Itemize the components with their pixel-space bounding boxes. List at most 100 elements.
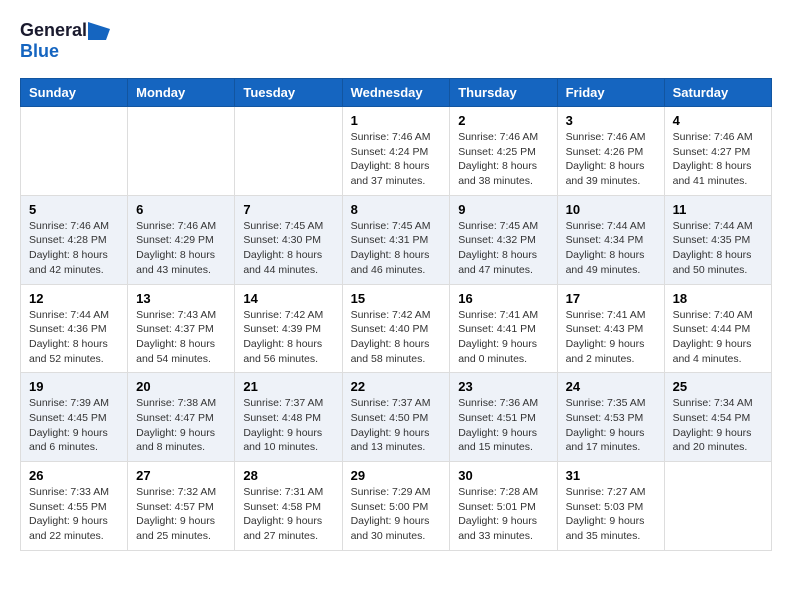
cell-content: Sunrise: 7:44 AMSunset: 4:36 PMDaylight:…	[29, 308, 119, 367]
calendar-cell: 16 Sunrise: 7:41 AMSunset: 4:41 PMDayligh…	[450, 284, 557, 373]
day-number: 29	[351, 468, 442, 483]
cell-content: Sunrise: 7:45 AMSunset: 4:30 PMDaylight:…	[243, 219, 333, 278]
weekday-header-wednesday: Wednesday	[342, 79, 450, 107]
day-number: 15	[351, 291, 442, 306]
calendar-cell: 20 Sunrise: 7:38 AMSunset: 4:47 PMDayligh…	[128, 373, 235, 462]
cell-content: Sunrise: 7:34 AMSunset: 4:54 PMDaylight:…	[673, 396, 763, 455]
day-number: 5	[29, 202, 119, 217]
calendar-cell: 18Sunrise: 7:40 AMSunset: 4:44 PMDayligh…	[664, 284, 771, 373]
week-row-5: 26 Sunrise: 7:33 AMSunset: 4:55 PMDayligh…	[21, 462, 772, 551]
logo-general-text: General	[20, 20, 87, 41]
calendar-cell: 5 Sunrise: 7:46 AMSunset: 4:28 PMDaylight…	[21, 195, 128, 284]
day-number: 17	[566, 291, 656, 306]
calendar-cell: 6 Sunrise: 7:46 AMSunset: 4:29 PMDaylight…	[128, 195, 235, 284]
cell-content: Sunrise: 7:45 AMSunset: 4:31 PMDaylight:…	[351, 219, 442, 278]
cell-content: Sunrise: 7:32 AMSunset: 4:57 PMDaylight:…	[136, 485, 226, 544]
cell-content: Sunrise: 7:46 AMSunset: 4:25 PMDaylight:…	[458, 130, 548, 189]
cell-content: Sunrise: 7:42 AMSunset: 4:40 PMDaylight:…	[351, 308, 442, 367]
cell-content: Sunrise: 7:41 AMSunset: 4:43 PMDaylight:…	[566, 308, 656, 367]
calendar-table: SundayMondayTuesdayWednesdayThursdayFrid…	[20, 78, 772, 551]
day-number: 13	[136, 291, 226, 306]
calendar-cell: 26 Sunrise: 7:33 AMSunset: 4:55 PMDayligh…	[21, 462, 128, 551]
calendar-cell: 10 Sunrise: 7:44 AMSunset: 4:34 PMDayligh…	[557, 195, 664, 284]
weekday-header-friday: Friday	[557, 79, 664, 107]
calendar-cell	[21, 107, 128, 196]
day-number: 7	[243, 202, 333, 217]
calendar-cell: 8 Sunrise: 7:45 AMSunset: 4:31 PMDaylight…	[342, 195, 450, 284]
day-number: 10	[566, 202, 656, 217]
calendar-cell: 28 Sunrise: 7:31 AMSunset: 4:58 PMDayligh…	[235, 462, 342, 551]
day-number: 19	[29, 379, 119, 394]
cell-content: Sunrise: 7:33 AMSunset: 4:55 PMDaylight:…	[29, 485, 119, 544]
calendar-cell: 29 Sunrise: 7:29 AMSunset: 5:00 PMDayligh…	[342, 462, 450, 551]
day-number: 22	[351, 379, 442, 394]
weekday-header-tuesday: Tuesday	[235, 79, 342, 107]
day-number: 21	[243, 379, 333, 394]
cell-content: Sunrise: 7:46 AMSunset: 4:29 PMDaylight:…	[136, 219, 226, 278]
day-number: 3	[566, 113, 656, 128]
calendar-cell: 27 Sunrise: 7:32 AMSunset: 4:57 PMDayligh…	[128, 462, 235, 551]
calendar-cell: 31Sunrise: 7:27 AMSunset: 5:03 PMDayligh…	[557, 462, 664, 551]
day-number: 24	[566, 379, 656, 394]
day-number: 27	[136, 468, 226, 483]
cell-content: Sunrise: 7:37 AMSunset: 4:48 PMDaylight:…	[243, 396, 333, 455]
day-number: 6	[136, 202, 226, 217]
cell-content: Sunrise: 7:46 AMSunset: 4:26 PMDaylight:…	[566, 130, 656, 189]
calendar-cell: 30 Sunrise: 7:28 AMSunset: 5:01 PMDayligh…	[450, 462, 557, 551]
cell-content: Sunrise: 7:27 AMSunset: 5:03 PMDaylight:…	[566, 485, 656, 544]
calendar-cell: 11 Sunrise: 7:44 AMSunset: 4:35 PMDayligh…	[664, 195, 771, 284]
cell-content: Sunrise: 7:39 AMSunset: 4:45 PMDaylight:…	[29, 396, 119, 455]
calendar-cell: 19 Sunrise: 7:39 AMSunset: 4:45 PMDayligh…	[21, 373, 128, 462]
calendar-cell	[235, 107, 342, 196]
day-number: 8	[351, 202, 442, 217]
cell-content: Sunrise: 7:31 AMSunset: 4:58 PMDaylight:…	[243, 485, 333, 544]
calendar-cell: 3 Sunrise: 7:46 AMSunset: 4:26 PMDaylight…	[557, 107, 664, 196]
day-number: 16	[458, 291, 548, 306]
cell-content: Sunrise: 7:46 AMSunset: 4:28 PMDaylight:…	[29, 219, 119, 278]
logo-blue-text: Blue	[20, 41, 59, 61]
calendar-cell: 25Sunrise: 7:34 AMSunset: 4:54 PMDayligh…	[664, 373, 771, 462]
cell-content: Sunrise: 7:28 AMSunset: 5:01 PMDaylight:…	[458, 485, 548, 544]
cell-content: Sunrise: 7:41 AMSunset: 4:41 PMDaylight:…	[458, 308, 548, 367]
cell-content: Sunrise: 7:37 AMSunset: 4:50 PMDaylight:…	[351, 396, 442, 455]
calendar-cell: 2 Sunrise: 7:46 AMSunset: 4:25 PMDaylight…	[450, 107, 557, 196]
day-number: 26	[29, 468, 119, 483]
day-number: 14	[243, 291, 333, 306]
cell-content: Sunrise: 7:35 AMSunset: 4:53 PMDaylight:…	[566, 396, 656, 455]
cell-content: Sunrise: 7:38 AMSunset: 4:47 PMDaylight:…	[136, 396, 226, 455]
calendar-cell: 21 Sunrise: 7:37 AMSunset: 4:48 PMDayligh…	[235, 373, 342, 462]
day-number: 4	[673, 113, 763, 128]
calendar-cell	[128, 107, 235, 196]
cell-content: Sunrise: 7:43 AMSunset: 4:37 PMDaylight:…	[136, 308, 226, 367]
day-number: 28	[243, 468, 333, 483]
week-row-4: 19 Sunrise: 7:39 AMSunset: 4:45 PMDayligh…	[21, 373, 772, 462]
calendar-cell: 7 Sunrise: 7:45 AMSunset: 4:30 PMDaylight…	[235, 195, 342, 284]
calendar-cell: 14 Sunrise: 7:42 AMSunset: 4:39 PMDayligh…	[235, 284, 342, 373]
calendar-cell: 15 Sunrise: 7:42 AMSunset: 4:40 PMDayligh…	[342, 284, 450, 373]
weekday-header-sunday: Sunday	[21, 79, 128, 107]
weekday-header-saturday: Saturday	[664, 79, 771, 107]
day-number: 30	[458, 468, 548, 483]
cell-content: Sunrise: 7:29 AMSunset: 5:00 PMDaylight:…	[351, 485, 442, 544]
cell-content: Sunrise: 7:45 AMSunset: 4:32 PMDaylight:…	[458, 219, 548, 278]
cell-content: Sunrise: 7:42 AMSunset: 4:39 PMDaylight:…	[243, 308, 333, 367]
page-header: General Blue	[20, 20, 772, 62]
logo-bird-icon	[88, 22, 110, 40]
day-number: 23	[458, 379, 548, 394]
calendar-cell: 9Sunrise: 7:45 AMSunset: 4:32 PMDaylight…	[450, 195, 557, 284]
day-number: 20	[136, 379, 226, 394]
cell-content: Sunrise: 7:44 AMSunset: 4:35 PMDaylight:…	[673, 219, 763, 278]
calendar-cell: 17 Sunrise: 7:41 AMSunset: 4:43 PMDayligh…	[557, 284, 664, 373]
week-row-1: 1Sunrise: 7:46 AMSunset: 4:24 PMDaylight…	[21, 107, 772, 196]
cell-content: Sunrise: 7:36 AMSunset: 4:51 PMDaylight:…	[458, 396, 548, 455]
cell-content: Sunrise: 7:44 AMSunset: 4:34 PMDaylight:…	[566, 219, 656, 278]
day-number: 11	[673, 202, 763, 217]
day-number: 12	[29, 291, 119, 306]
week-row-3: 12 Sunrise: 7:44 AMSunset: 4:36 PMDayligh…	[21, 284, 772, 373]
weekday-header-thursday: Thursday	[450, 79, 557, 107]
cell-content: Sunrise: 7:40 AMSunset: 4:44 PMDaylight:…	[673, 308, 763, 367]
calendar-cell: 12 Sunrise: 7:44 AMSunset: 4:36 PMDayligh…	[21, 284, 128, 373]
day-number: 2	[458, 113, 548, 128]
calendar-cell: 4Sunrise: 7:46 AMSunset: 4:27 PMDaylight…	[664, 107, 771, 196]
calendar-cell: 1Sunrise: 7:46 AMSunset: 4:24 PMDaylight…	[342, 107, 450, 196]
